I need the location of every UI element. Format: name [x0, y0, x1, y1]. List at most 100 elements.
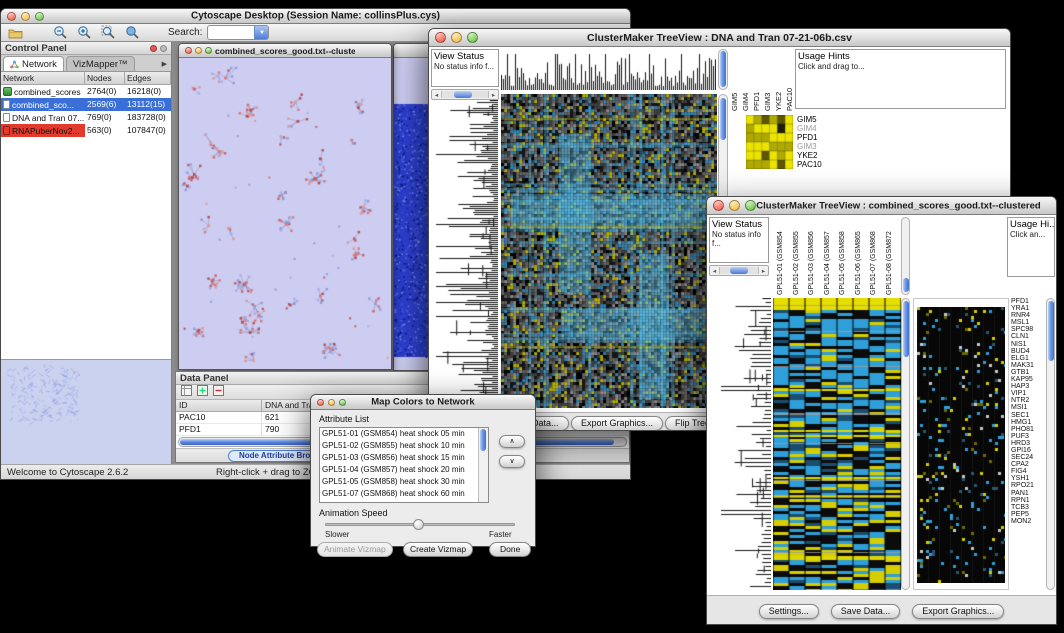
gene-label[interactable]: YRA1	[1011, 305, 1045, 312]
background-network-window[interactable]	[393, 43, 433, 371]
move-down-button[interactable]: ∨	[499, 455, 525, 468]
gene-label[interactable]: PAN1	[1011, 490, 1045, 497]
treeview-dna-titlebar[interactable]: ClusterMaker TreeView : DNA and Tran 07-…	[429, 29, 1010, 47]
create-attribute-button[interactable]	[197, 383, 208, 401]
hscroll-track[interactable]	[441, 91, 489, 98]
gene-label[interactable]: RNR4	[1011, 312, 1045, 319]
row-dendrogram[interactable]	[432, 100, 498, 408]
gene-label[interactable]: RPN1	[1011, 497, 1045, 504]
gene-label[interactable]: PEP5	[1011, 511, 1045, 518]
gene-label[interactable]: RPO21	[1011, 482, 1045, 489]
close-button[interactable]	[317, 399, 324, 406]
network-row-selected[interactable]: combined_sco... 2569(6) 13112(15)	[1, 98, 171, 111]
scroll-right-icon[interactable]: ▸	[759, 267, 768, 275]
select-attributes-button[interactable]	[181, 383, 192, 401]
zoom-window-button[interactable]	[35, 12, 44, 21]
gene-label[interactable]: NTR2	[1011, 397, 1045, 404]
gene-label[interactable]: PFD1	[1011, 298, 1045, 305]
create-vizmap-button[interactable]: Create Vizmap	[403, 542, 473, 557]
zoom-heatmap[interactable]	[917, 307, 1005, 583]
main-window-titlebar[interactable]: Cytoscape Desktop (Session Name: collins…	[1, 9, 630, 24]
dendrogram-hscrollbar[interactable]: ◂ ▸	[431, 89, 499, 100]
dialog-titlebar[interactable]: Map Colors to Network	[311, 395, 535, 410]
combo-dropdown-icon[interactable]: ▼	[254, 25, 268, 40]
search-combobox[interactable]: ▼	[207, 25, 269, 40]
gene-label[interactable]: MON2	[1011, 518, 1045, 525]
zoom-window-button[interactable]	[205, 47, 212, 54]
background-window-titlebar[interactable]	[394, 44, 432, 58]
tab-vizmapper[interactable]: VizMapper™	[66, 56, 135, 71]
minimize-button[interactable]	[328, 399, 335, 406]
attribute-item[interactable]: GPL51-07 (GSM868) heat shock 60 min	[320, 488, 478, 500]
attribute-item[interactable]: GPL51-02 (GSM855) heat shock 10 min	[320, 440, 478, 452]
label-pane-vscrollbar[interactable]	[901, 217, 910, 295]
gene-label[interactable]: VIP1	[1011, 390, 1045, 397]
heatmap-canvas[interactable]	[501, 94, 717, 408]
zoom-selected-button[interactable]	[99, 25, 118, 41]
panel-float-icon[interactable]	[160, 45, 167, 52]
treeview-combined-titlebar[interactable]: ClusterMaker TreeView : combined_scores_…	[707, 197, 1056, 215]
hscroll-track[interactable]	[719, 267, 759, 274]
row-dendrogram[interactable]	[709, 298, 771, 590]
zoom-window-button[interactable]	[745, 200, 756, 211]
minimize-button[interactable]	[451, 32, 462, 43]
dendrogram-vscrollbar[interactable]	[718, 49, 728, 90]
export-graphics-button[interactable]: Export Graphics...	[912, 604, 1004, 619]
gene-label[interactable]: PHO81	[1011, 426, 1045, 433]
gene-label[interactable]: CPA2	[1011, 461, 1045, 468]
gene-label[interactable]: PUF3	[1011, 433, 1045, 440]
gene-label[interactable]: CLN1	[1011, 333, 1045, 340]
panel-close-icon[interactable]	[150, 45, 157, 52]
gene-list-vscrollbar[interactable]	[1046, 298, 1055, 590]
control-panel-header[interactable]: Control Panel	[1, 42, 171, 55]
vscrollbar-thumb[interactable]	[720, 98, 726, 140]
network-row-alert[interactable]: RNAPuberNov2... 563(0) 107847(0)	[1, 124, 171, 137]
gene-label[interactable]: ELG1	[1011, 355, 1045, 362]
tab-overflow-arrow-icon[interactable]: ▶	[162, 60, 169, 68]
network-overview-thumbnail[interactable]	[1, 359, 171, 464]
heatmap-vscrollbar[interactable]	[901, 298, 910, 590]
gene-label[interactable]: SPC98	[1011, 326, 1045, 333]
save-data-button[interactable]: Save Data...	[831, 604, 901, 619]
attribute-list-vscrollbar[interactable]	[478, 428, 488, 502]
network-window-titlebar[interactable]: combined_scores_good.txt--cluste...	[179, 44, 391, 58]
gene-label[interactable]: YSH1	[1011, 475, 1045, 482]
scroll-right-icon[interactable]: ▸	[489, 91, 498, 99]
export-graphics-button[interactable]: Export Graphics...	[571, 416, 663, 430]
vscrollbar-thumb[interactable]	[480, 429, 486, 451]
vscrollbar-thumb[interactable]	[903, 301, 909, 357]
gene-label[interactable]: MSL1	[1011, 319, 1045, 326]
minimize-button[interactable]	[21, 12, 30, 21]
scroll-left-icon[interactable]: ◂	[432, 91, 441, 99]
animation-speed-slider[interactable]	[325, 519, 515, 530]
close-button[interactable]	[435, 32, 446, 43]
gene-label[interactable]: MSI1	[1011, 404, 1045, 411]
network-row[interactable]: DNA and Tran 07... 769(0) 183728(0)	[1, 111, 171, 124]
gene-label[interactable]: SEC24	[1011, 454, 1045, 461]
tab-network[interactable]: Network	[3, 56, 64, 71]
gene-label[interactable]: NIS1	[1011, 341, 1045, 348]
column-dendrogram[interactable]	[501, 49, 716, 90]
dendrogram-hscrollbar[interactable]: ◂ ▸	[709, 265, 769, 276]
close-button[interactable]	[7, 12, 16, 21]
scroll-left-icon[interactable]: ◂	[710, 267, 719, 275]
gene-label[interactable]: HMG1	[1011, 419, 1045, 426]
gene-label[interactable]: BUD4	[1011, 348, 1045, 355]
gene-label[interactable]: SEC1	[1011, 412, 1045, 419]
gene-label[interactable]: FIG4	[1011, 468, 1045, 475]
network-row[interactable]: combined_scores 2764(0) 16218(0)	[1, 85, 171, 98]
close-button[interactable]	[713, 200, 724, 211]
delete-attribute-button[interactable]	[213, 383, 224, 401]
zoom-fit-button[interactable]	[123, 25, 142, 41]
zoom-matrix[interactable]	[746, 115, 793, 169]
attribute-item[interactable]: GPL51-03 (GSM856) heat shock 15 min	[320, 452, 478, 464]
attribute-item[interactable]: GPL51-05 (GSM858) heat shock 30 min	[320, 476, 478, 488]
move-up-button[interactable]: ∧	[499, 435, 525, 448]
gene-label[interactable]: KAP95	[1011, 376, 1045, 383]
vscrollbar-thumb[interactable]	[720, 51, 726, 87]
slider-thumb[interactable]	[413, 519, 424, 530]
zoom-window-button[interactable]	[467, 32, 478, 43]
zoom-out-button[interactable]	[51, 25, 70, 41]
gene-label[interactable]: GPI16	[1011, 447, 1045, 454]
network-view-canvas[interactable]	[179, 58, 391, 369]
